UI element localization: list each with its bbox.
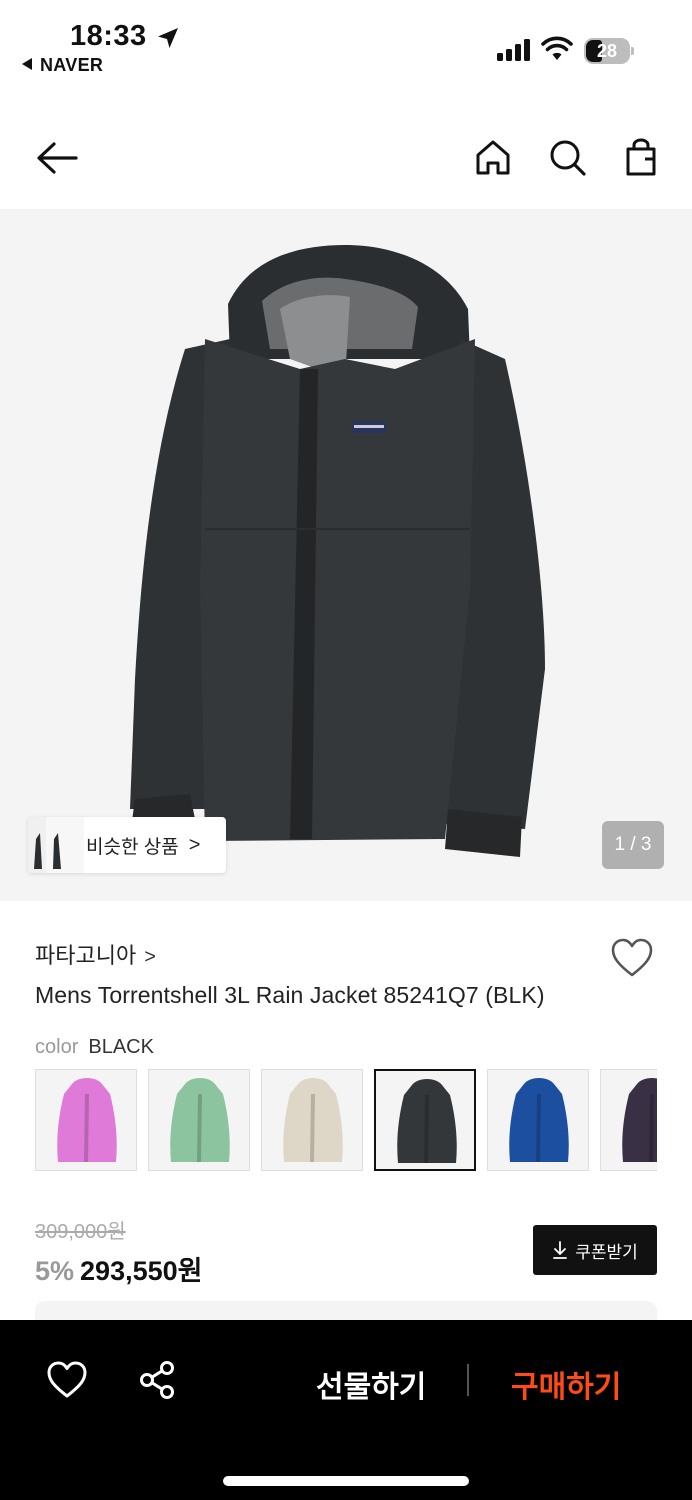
shopping-bag-button[interactable] [618, 134, 664, 180]
share-button[interactable] [136, 1358, 180, 1402]
swatch-jacket-image [283, 1078, 343, 1162]
search-icon [550, 140, 586, 176]
color-value: BLACK [88, 1036, 154, 1058]
chevron-right-icon: > [144, 946, 156, 968]
bottom-action-bar: 선물하기 구매하기 [0, 1320, 692, 1500]
home-icon [476, 140, 510, 175]
color-swatch[interactable] [261, 1069, 363, 1171]
color-swatch[interactable] [374, 1069, 476, 1171]
product-image-carousel[interactable]: 비슷한 상품 > 1 / 3 [0, 209, 692, 901]
sale-price-row: 5% 293,550원 [35, 1249, 202, 1288]
product-image-jacket [130, 245, 545, 857]
buy-button[interactable]: 구매하기 [511, 1362, 621, 1406]
back-button[interactable] [30, 136, 82, 180]
color-swatch[interactable] [148, 1069, 250, 1171]
search-button[interactable] [544, 134, 590, 180]
similar-products-label: 비슷한 상품 [86, 836, 179, 858]
arrow-left-icon [37, 142, 78, 174]
brand-link[interactable]: 파타고니아 > [35, 938, 156, 970]
home-button[interactable] [470, 134, 516, 180]
battery-level: 28 [596, 41, 618, 61]
brand-name: 파타고니아 [35, 943, 137, 968]
color-swatch[interactable] [35, 1069, 137, 1171]
swatch-jacket-image [57, 1078, 117, 1162]
battery-indicator: 28 [584, 38, 634, 64]
wishlist-heart-button[interactable] [609, 936, 655, 980]
back-app-label: NAVER [40, 55, 104, 75]
swatch-jacket-image [397, 1079, 457, 1163]
heart-icon [611, 938, 653, 977]
back-to-app-link[interactable]: NAVER [22, 55, 103, 76]
status-time: 18:33 [70, 20, 147, 52]
shopping-bag-icon [626, 138, 656, 176]
home-indicator[interactable] [223, 1476, 469, 1486]
heart-icon [47, 1361, 87, 1398]
color-swatch[interactable] [600, 1069, 657, 1171]
image-pager-indicator: 1 / 3 [602, 821, 664, 869]
location-arrow-icon [158, 28, 178, 48]
color-swatch-list [35, 1069, 657, 1171]
share-icon [140, 1361, 174, 1399]
gift-button[interactable]: 선물하기 [316, 1362, 426, 1406]
similar-products-thumbnails [28, 817, 84, 873]
chevron-right-icon: > [188, 833, 201, 856]
swatch-jacket-image [622, 1078, 657, 1162]
cellular-signal-icon [497, 39, 530, 61]
color-swatch[interactable] [487, 1069, 589, 1171]
color-selection-row: color BLACK [35, 1036, 154, 1059]
swatch-jacket-image [509, 1078, 569, 1162]
similar-products-button[interactable]: 비슷한 상품 > [28, 817, 226, 873]
discount-percent: 5% [35, 1256, 75, 1286]
color-label: color [35, 1036, 79, 1058]
coupon-label: 쿠폰받기 [575, 1242, 638, 1262]
wifi-icon [541, 36, 573, 60]
product-title: Mens Torrentshell 3L Rain Jacket 85241Q7… [35, 982, 545, 1008]
back-triangle-icon [22, 58, 32, 70]
original-price: 309,000원 [35, 1221, 126, 1243]
download-icon [553, 1241, 568, 1259]
sale-price: 293,550원 [80, 1256, 203, 1286]
wishlist-button[interactable] [44, 1358, 90, 1402]
status-bar: 18:33 NAVER 28 [0, 0, 692, 90]
swatch-jacket-image [170, 1078, 230, 1162]
download-coupon-button[interactable]: 쿠폰받기 [533, 1225, 657, 1275]
divider [467, 1364, 469, 1396]
